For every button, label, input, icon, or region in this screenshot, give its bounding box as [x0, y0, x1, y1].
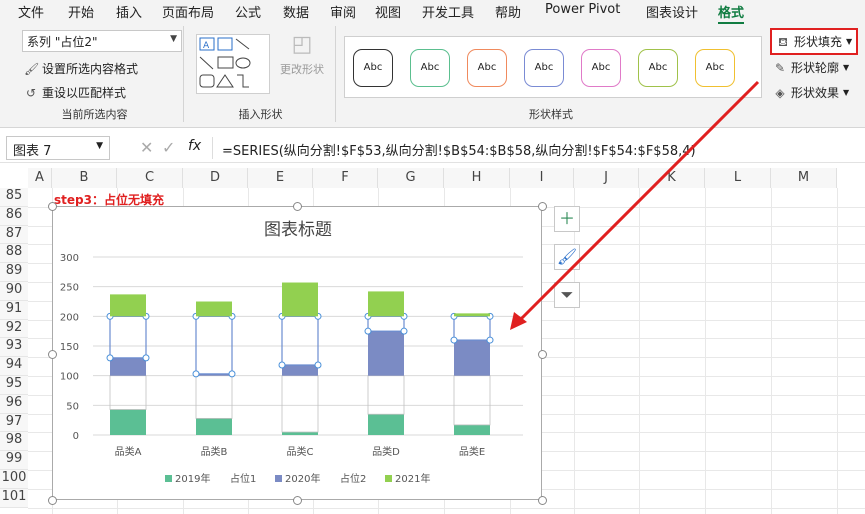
annotation-arrow	[510, 80, 760, 330]
